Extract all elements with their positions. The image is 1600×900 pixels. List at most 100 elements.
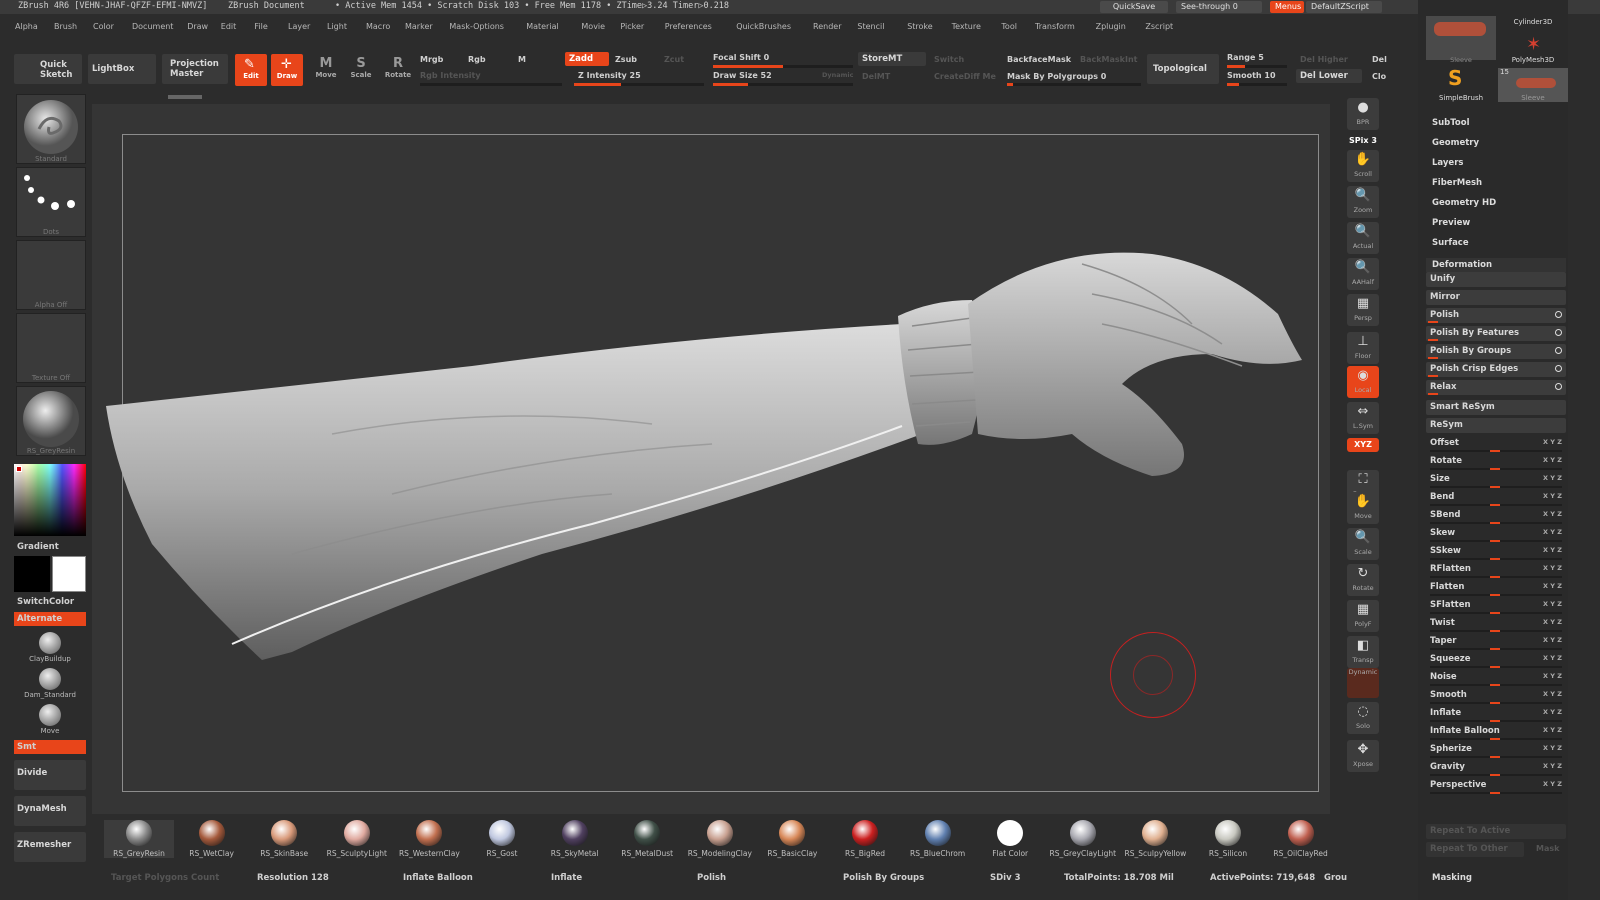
material-flat-color[interactable]: Flat Color (975, 820, 1045, 858)
polish-toggle-icon[interactable] (1555, 383, 1562, 390)
palette-geometry-hd[interactable]: Geometry HD (1432, 198, 1496, 208)
focal-shift-slider[interactable]: Focal Shift 0 (713, 53, 769, 62)
divide-button[interactable]: Divide (14, 760, 86, 790)
shelf-xyz-button[interactable]: XYZ (1347, 438, 1379, 452)
shelf-polyf-button[interactable]: ▦ PolyF (1347, 600, 1379, 632)
rotate-button[interactable]: R Rotate (384, 56, 412, 79)
deform-polish-by-groups[interactable]: Polish By Groups (1426, 344, 1566, 359)
xyz-axis-toggle[interactable]: X Y Z (1543, 456, 1562, 464)
rgb-button[interactable]: Rgb (468, 55, 486, 64)
deform-smooth[interactable]: Smooth X Y Z (1426, 688, 1566, 705)
deform-resym[interactable]: ReSym (1426, 418, 1566, 433)
default-zscript-button[interactable]: DefaultZScript (1306, 1, 1382, 13)
lightbox-button[interactable]: LightBox (88, 54, 156, 84)
quick-sketch-button[interactable]: Quick Sketch (14, 54, 82, 84)
dynamic-toggle[interactable]: Dynamic (822, 71, 854, 79)
primary-color-swatch[interactable] (14, 556, 50, 592)
deform-gravity[interactable]: Gravity X Y Z (1426, 760, 1566, 777)
xyz-axis-toggle[interactable]: X Y Z (1543, 654, 1562, 662)
deform-slider[interactable] (1430, 540, 1562, 542)
deform-size[interactable]: Size X Y Z (1426, 472, 1566, 489)
menu-tool[interactable]: Tool (1001, 22, 1017, 31)
zremesher-button[interactable]: ZRemesher (14, 832, 86, 862)
material-rs-oilclayred[interactable]: RS_OilClayRed (1266, 820, 1336, 858)
creatediff-button[interactable]: CreateDiff Me (934, 72, 996, 81)
deform-slider[interactable] (1430, 720, 1562, 722)
deform-sflatten[interactable]: SFlatten X Y Z (1426, 598, 1566, 615)
deform-slider[interactable] (1430, 504, 1562, 506)
palette-subtool[interactable]: SubTool (1432, 118, 1470, 128)
material-rs-bluechrom[interactable]: RS_BlueChrom (903, 820, 973, 858)
palette-fibermesh[interactable]: FiberMesh (1432, 178, 1482, 188)
mask-button[interactable]: Mask (1536, 844, 1559, 853)
canvas-scrollbar[interactable] (168, 95, 202, 99)
xyz-axis-toggle[interactable]: X Y Z (1543, 438, 1562, 446)
palette-preview[interactable]: Preview (1432, 218, 1470, 228)
deform-noise[interactable]: Noise X Y Z (1426, 670, 1566, 687)
shelf-actual-button[interactable]: 🔍 Actual (1347, 222, 1379, 254)
xyz-axis-toggle[interactable]: X Y Z (1543, 528, 1562, 536)
shelf-move-button[interactable]: ✋ Move (1347, 492, 1379, 524)
deform-flatten[interactable]: Flatten X Y Z (1426, 580, 1566, 597)
texture-picker[interactable] (16, 313, 86, 383)
material-rs-basicclay[interactable]: RS_BasicClay (757, 820, 827, 858)
xyz-axis-toggle[interactable]: X Y Z (1543, 546, 1562, 554)
topological-button[interactable]: Topological (1147, 54, 1219, 84)
menu-document[interactable]: Document (132, 22, 173, 31)
shelf-rotate-button[interactable]: ↻ Rotate (1347, 564, 1379, 596)
deform-polish[interactable]: Polish (1426, 308, 1566, 323)
shelf-aahalf-button[interactable]: 🔍 AAHalf (1347, 258, 1379, 290)
deform-offset[interactable]: Offset X Y Z (1426, 436, 1566, 453)
deform-polish-by-features[interactable]: Polish By Features (1426, 326, 1566, 341)
tool-cylinder3d[interactable]: Cylinder3D (1498, 18, 1568, 26)
dynamesh-button[interactable]: DynaMesh (14, 796, 86, 826)
target-polygons-slider[interactable]: Target Polygons Count (111, 873, 219, 883)
material-rs-greyclaylight[interactable]: RS_GreyClayLight (1048, 820, 1118, 858)
polish-toggle-icon[interactable] (1555, 329, 1562, 336)
deform-relax[interactable]: Relax (1426, 380, 1566, 395)
storemt-button[interactable]: StoreMT (858, 52, 926, 66)
deform-slider[interactable] (1430, 468, 1562, 470)
menu-mask-options[interactable]: Mask-Options (449, 22, 504, 31)
mask-by-polygroups-track[interactable] (1007, 83, 1141, 86)
deform-spherize[interactable]: Spherize X Y Z (1426, 742, 1566, 759)
menu-marker[interactable]: Marker (405, 22, 433, 31)
shelf-spix-3-button[interactable]: SPix 3 (1347, 134, 1379, 148)
xyz-axis-toggle[interactable]: X Y Z (1543, 564, 1562, 572)
m-button[interactable]: M (518, 55, 526, 64)
xyz-axis-toggle[interactable]: X Y Z (1543, 780, 1562, 788)
polish-slider[interactable]: Polish (697, 873, 726, 883)
deform-inflate[interactable]: Inflate X Y Z (1426, 706, 1566, 723)
menu-stencil[interactable]: Stencil (857, 22, 884, 31)
deform-sbend[interactable]: SBend X Y Z (1426, 508, 1566, 525)
menu-alpha[interactable]: Alpha (15, 22, 38, 31)
see-through-slider[interactable]: See-through 0 (1176, 1, 1262, 13)
xyz-axis-toggle[interactable]: X Y Z (1543, 636, 1562, 644)
shelf-floor-button[interactable]: ⊥ Floor (1347, 332, 1379, 364)
menu-draw[interactable]: Draw (187, 22, 208, 31)
material-rs-greyresin[interactable]: RS_GreyResin (104, 820, 174, 858)
alternate-button[interactable]: Alternate (14, 612, 86, 626)
xyz-axis-toggle[interactable]: X Y Z (1543, 726, 1562, 734)
material-rs-skinbase[interactable]: RS_SkinBase (249, 820, 319, 858)
shelf-xpose-button[interactable]: ✥ Xpose (1347, 740, 1379, 772)
polish-toggle-icon[interactable] (1555, 365, 1562, 372)
deform-inflate-balloon[interactable]: Inflate Balloon X Y Z (1426, 724, 1566, 741)
shelf-local-button[interactable]: ◉ Local (1347, 366, 1379, 398)
deform-smart-resym[interactable]: Smart ReSym (1426, 400, 1566, 415)
zcut-button[interactable]: Zcut (664, 55, 684, 64)
menu-zplugin[interactable]: Zplugin (1096, 22, 1126, 31)
palette-surface[interactable]: Surface (1432, 238, 1469, 248)
deform-slider[interactable] (1430, 756, 1562, 758)
menu-material[interactable]: Material (526, 22, 559, 31)
menu-quickbrushes[interactable]: QuickBrushes (736, 22, 791, 31)
range-track[interactable] (1227, 65, 1287, 68)
deform-slider[interactable] (1430, 684, 1562, 686)
menu-render[interactable]: Render (813, 22, 841, 31)
menu-brush[interactable]: Brush (54, 22, 77, 31)
shelf-dynamic-button[interactable]: Dynamic (1347, 668, 1379, 698)
deform-squeeze[interactable]: Squeeze X Y Z (1426, 652, 1566, 669)
xyz-axis-toggle[interactable]: X Y Z (1543, 600, 1562, 608)
shelf-scale-button[interactable]: 🔍 Scale (1347, 528, 1379, 560)
xyz-axis-toggle[interactable]: X Y Z (1543, 762, 1562, 770)
